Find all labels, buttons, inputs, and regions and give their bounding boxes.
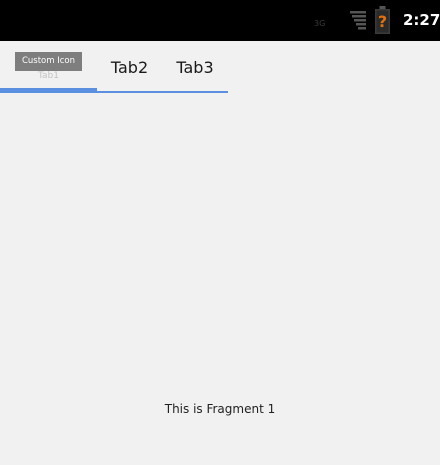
tab-1-label: Tab1 <box>38 71 59 81</box>
tab-3-label: Tab3 <box>176 58 214 77</box>
custom-tab-icon: Custom Icon <box>15 52 82 71</box>
clock: 2:27 <box>403 11 440 29</box>
tab-1[interactable]: Custom Icon Tab1 <box>0 41 97 91</box>
tab-3[interactable]: Tab3 <box>162 41 228 91</box>
status-bar: 3G ? 2:27 <box>0 0 440 41</box>
selected-tab-indicator <box>0 88 97 93</box>
svg-text:?: ? <box>378 12 387 31</box>
signal-strength-icon <box>350 11 366 30</box>
network-type-label: 3G <box>314 19 326 28</box>
fragment-content-text: This is Fragment 1 <box>164 402 276 416</box>
tab-bar: Custom Icon Tab1 Tab2 Tab3 <box>0 41 228 93</box>
battery-unknown-icon: ? <box>375 6 390 34</box>
tab-2[interactable]: Tab2 <box>97 41 162 91</box>
tab-2-label: Tab2 <box>110 58 149 77</box>
